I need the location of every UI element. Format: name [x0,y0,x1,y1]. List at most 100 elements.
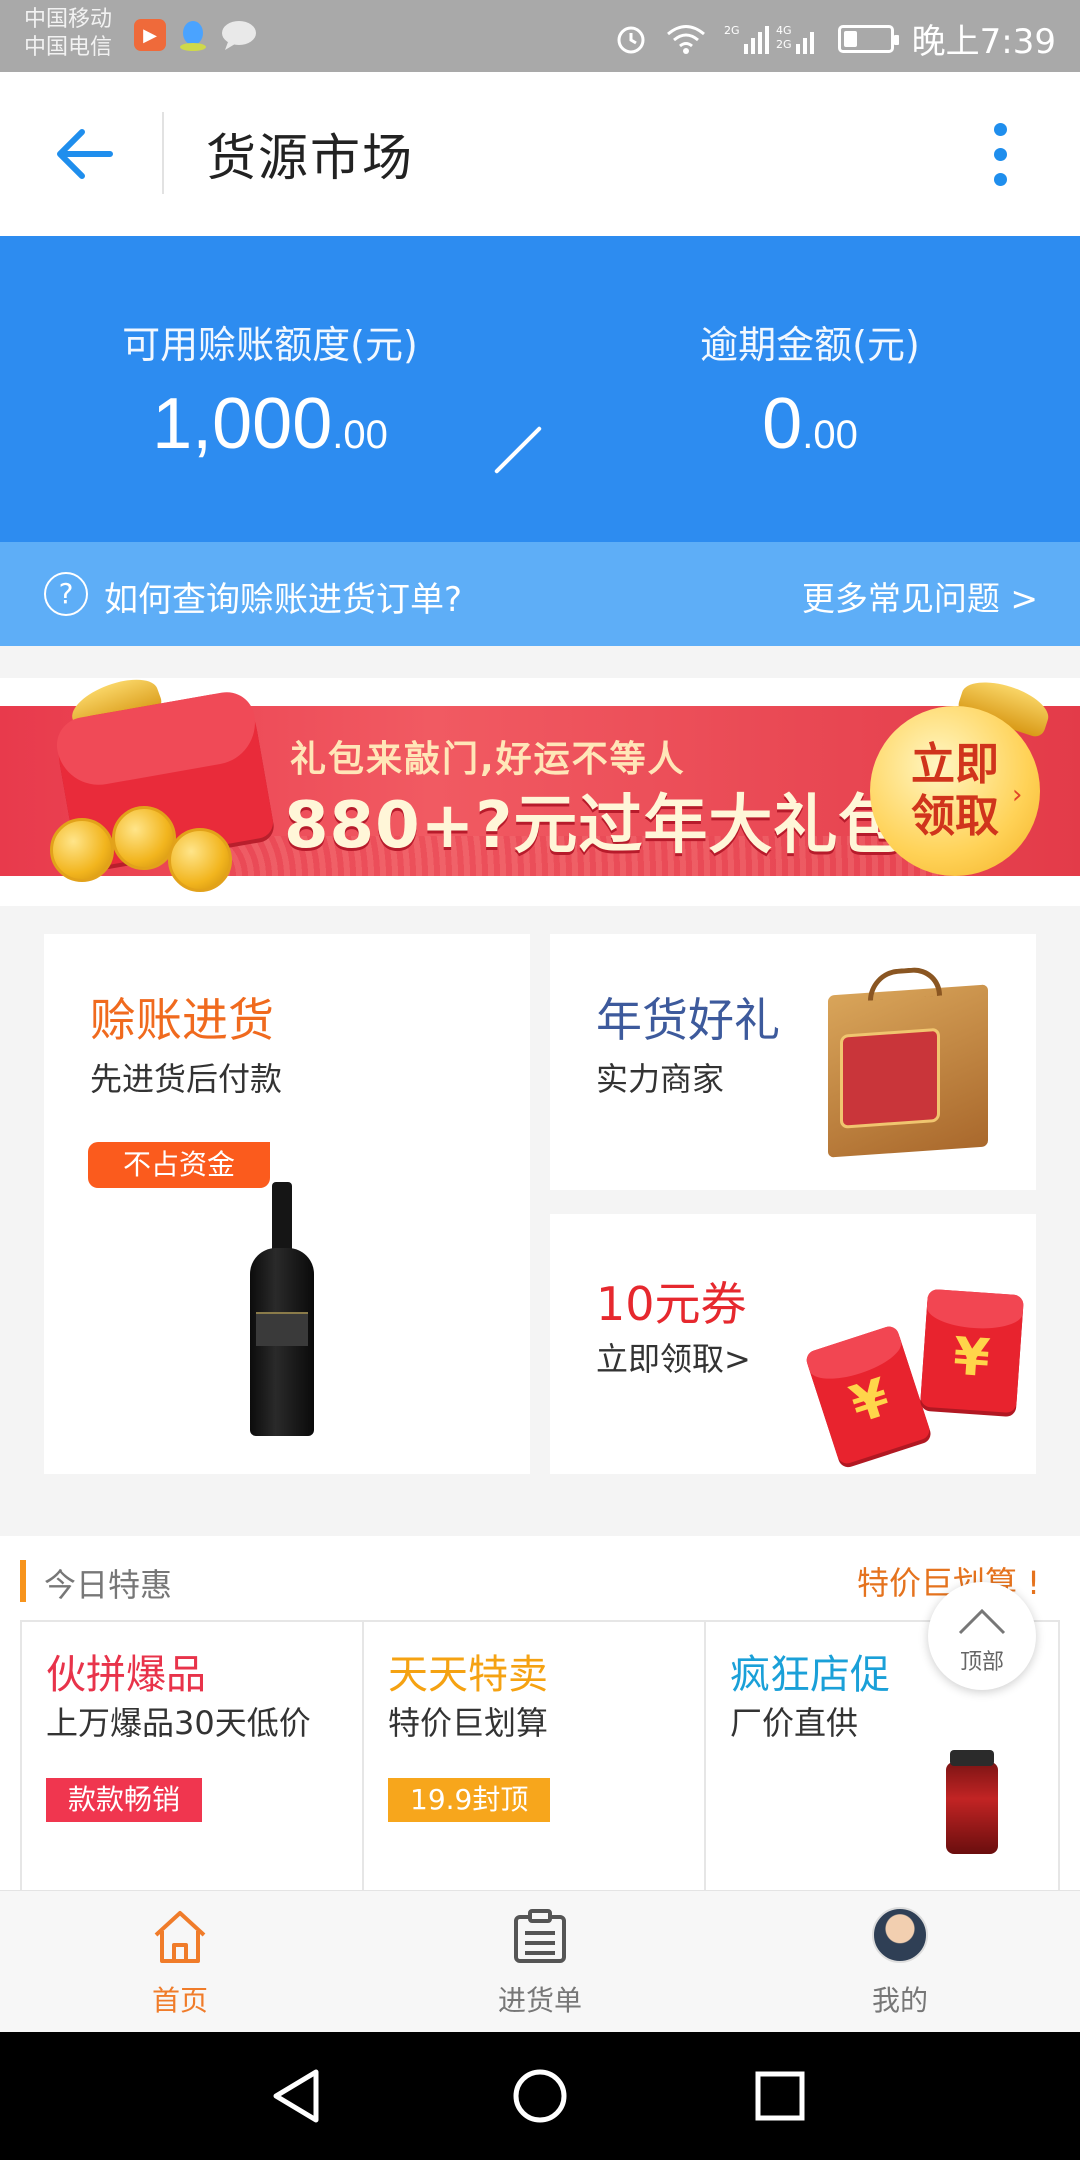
question-mark-icon: ? [44,572,88,616]
deal-subtitle: 上万爆品30天低价 [46,1704,311,1742]
gift-box-emblem [840,1027,940,1129]
faq-strip: ? 如何查询赊账进货订单? 更多常见问题 > [0,542,1080,646]
system-status: 2G 4G 2G 晚上7:39 [614,14,1056,63]
available-credit-label: 可用赊账额度(元) [122,323,418,367]
deals-grid: 伙拼爆品 上万爆品30天低价 款款畅销 天天特卖 特价巨划算 19.9封顶 疯狂… [20,1620,1060,1892]
svg-text:2G: 2G [724,24,740,37]
deal-tag: 19.9封顶 [388,1778,551,1822]
credit-purchase-subtitle: 先进货后付款 [90,1060,283,1098]
alarm-icon [617,26,645,53]
credit-divider-slash [493,425,543,475]
video-app-icon: ▶ [134,19,166,51]
tab-mine[interactable]: 我的 [720,1891,1080,2033]
avatar [872,1907,928,1963]
red-packet-icon: ¥ [804,1324,932,1466]
chevron-up-icon [958,1608,1006,1635]
banner-headline: 880+?元过年大礼包 [284,789,904,863]
claim-label-1: 立即 [911,739,999,790]
chat-icon [222,21,256,50]
battery-level [843,30,857,47]
system-navigation-bar [0,2032,1080,2160]
svg-text:4G: 4G [776,24,792,37]
back-to-top-label: 顶部 [959,1650,1004,1675]
coupon-title: 10元券 [596,1277,747,1331]
red-packet-icon: ¥ [920,1288,1024,1414]
tab-purchase-list[interactable]: 进货单 [360,1891,720,2033]
battery-icon [837,24,899,53]
faq-question-link[interactable]: 如何查询赊账进货订单? [104,572,462,621]
tab-purchase-list-label: 进货单 [497,1984,582,2017]
wine-bottle-label [256,1312,308,1346]
deal-title: 天天特卖 [388,1652,548,1698]
wine-bottle-neck [272,1182,292,1252]
status-bar: 中国移动 中国电信 ▶ 2G 4G 2G 晚上7:39 [0,0,1080,72]
bottom-tab-bar: 首页 进货单 我的 [0,1890,1080,2032]
deal-subtitle: 特价巨划算 [388,1704,549,1742]
carrier-1: 中国移动 [24,7,113,32]
clock: 晚上7:39 [911,22,1056,62]
available-credit: 可用赊账额度(元) 1,000.00 [80,314,460,465]
section-title: 今日特惠 [44,1566,173,1604]
back-to-top-button[interactable]: 顶部 [928,1582,1036,1690]
more-menu-button[interactable] [960,112,1040,196]
available-credit-amount: 1,000.00 [80,383,460,465]
gold-coin-icon [112,806,176,870]
credit-summary-panel: 可用赊账额度(元) 1,000.00 逾期金额(元) 0.00 [0,236,1080,542]
clipboard-list-icon [514,1909,566,1963]
notification-icons: ▶ [134,18,258,52]
back-button[interactable] [40,110,128,198]
coupon-card[interactable]: 10元券 立即领取> ¥ ¥ [550,1214,1036,1474]
page-title: 货源市场 [206,129,414,187]
tab-home-label: 首页 [151,1984,208,2017]
chevron-right-icon: › [1012,780,1023,810]
claim-label-2: 领取 [911,791,999,842]
sauce-jar-image [946,1750,998,1854]
new-year-gift-subtitle: 实力商家 [596,1060,725,1098]
new-year-gift-card[interactable]: 年货好礼 实力商家 [550,934,1036,1190]
credit-purchase-card[interactable]: 赊账进货 先进货后付款 不占资金 [44,934,530,1474]
more-faq-link[interactable]: 更多常见问题 > [802,572,1038,620]
deal-subtitle: 厂价直供 [730,1704,859,1742]
back-arrow-icon [57,129,113,179]
svg-text:2G: 2G [776,38,792,51]
deal-title: 伙拼爆品 [46,1652,206,1698]
gold-coin-icon [168,828,232,892]
overdue-amount-label: 逾期金额(元) [700,323,920,367]
app-screen: 中国移动 中国电信 ▶ 2G 4G 2G 晚上7:39 货源市场 可用赊账额度(元) [0,0,1080,2160]
available-credit-decimal: .00 [332,413,388,457]
nav-recents-icon[interactable] [744,2060,816,2132]
no-capital-tag: 不占资金 [88,1142,270,1188]
app-header: 货源市场 [0,72,1080,236]
overdue-amount-integer: 0 [762,384,803,464]
more-dot-icon [993,147,1007,161]
more-dot-icon [993,172,1007,186]
overdue-amount-decimal: .00 [802,413,858,457]
tab-mine-label: 我的 [871,1984,928,2017]
coupon-claim-link[interactable]: 立即领取> [596,1334,751,1380]
todays-deals-section: 今日特惠 特价巨划算 ! 伙拼爆品 上万爆品30天低价 款款畅销 天天特卖 特价… [0,1536,1080,1892]
overdue-amount-value: 0.00 [640,383,980,465]
gift-box-image [828,965,988,1158]
section-accent-bar [20,1560,26,1602]
new-year-gift-banner[interactable]: 礼包来敲门,好运不等人 880+?元过年大礼包 立即 领取 › [0,678,1080,906]
deal-daily-sale[interactable]: 天天特卖 特价巨划算 19.9封顶 [364,1622,706,1892]
tab-home[interactable]: 首页 [0,1891,360,2033]
more-dot-icon [993,122,1007,136]
gift-box-handle [868,965,942,1001]
deal-title: 疯狂店促 [730,1652,890,1698]
deal-tag: 款款畅销 [46,1778,203,1822]
available-credit-integer: 1,000 [152,384,333,464]
deal-group-buy[interactable]: 伙拼爆品 上万爆品30天低价 款款畅销 [22,1622,364,1892]
penguin-icon [180,21,206,51]
overdue-amount: 逾期金额(元) 0.00 [640,314,980,465]
wine-bottle-image [250,1182,314,1436]
carrier-2: 中国电信 [24,35,113,60]
nav-home-icon[interactable] [504,2060,576,2132]
signal-icon: 2G 4G2G [724,24,814,54]
header-divider [162,112,164,194]
wifi-icon [666,24,705,54]
gold-coin-icon [50,818,114,882]
nav-back-icon[interactable] [262,2060,334,2132]
new-year-gift-title: 年货好礼 [596,993,780,1047]
home-icon [154,1911,206,1963]
